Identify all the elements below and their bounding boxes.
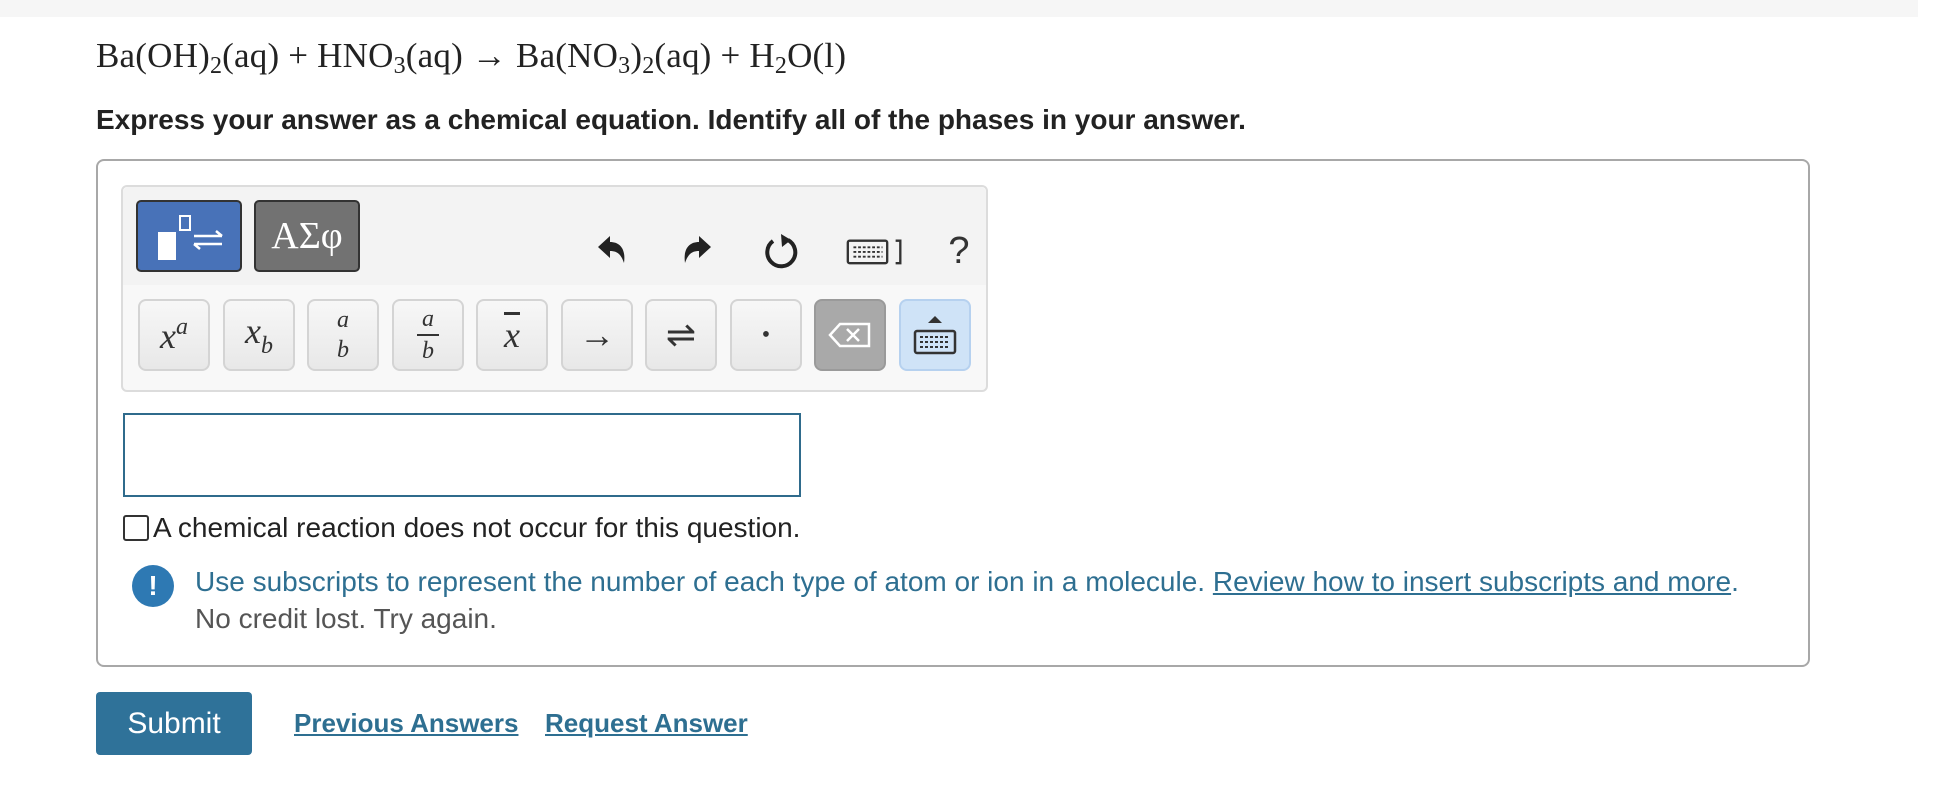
templates-mode-button[interactable] <box>136 200 242 272</box>
backspace-icon <box>828 322 871 348</box>
no-reaction-option[interactable]: A chemical reaction does not occur for t… <box>123 512 800 544</box>
keyboard-shortcuts-icon[interactable] <box>843 227 907 275</box>
feedback-status: No credit lost. Try again. <box>195 603 497 634</box>
templates-icon <box>158 215 223 260</box>
previous-answers-link[interactable]: Previous Answers <box>294 708 518 739</box>
answer-input[interactable] <box>123 413 801 497</box>
question-equation: Ba(OH)2(aq) + HNO3(aq) → Ba(NO3)2(aq) + … <box>96 36 847 79</box>
dot-key[interactable]: • <box>730 299 802 371</box>
reset-icon[interactable] <box>757 227 805 275</box>
overline-key[interactable]: x <box>476 299 548 371</box>
no-reaction-checkbox[interactable] <box>123 515 149 541</box>
symbols-mode-button[interactable]: ΑΣφ <box>254 200 360 272</box>
no-reaction-label: A chemical reaction does not occur for t… <box>153 512 801 543</box>
redo-icon[interactable] <box>673 227 721 275</box>
feedback-message: Use subscripts to represent the number o… <box>195 566 1739 597</box>
alert-icon: ! <box>132 565 174 607</box>
stack-key[interactable]: ab <box>307 299 379 371</box>
reaction-arrow-key[interactable]: → <box>561 299 633 371</box>
undo-icon[interactable] <box>588 227 636 275</box>
submit-button[interactable]: Submit <box>96 692 252 755</box>
math-toolbar: ΑΣφ ? xa xb ab ab x → ⇌ • <box>121 185 988 392</box>
equilibrium-arrow-key[interactable]: ⇌ <box>645 299 717 371</box>
superscript-key[interactable]: xa <box>138 299 210 371</box>
subscripts-help-link[interactable]: Review how to insert subscripts and more <box>1213 566 1731 597</box>
help-icon[interactable]: ? <box>935 227 983 275</box>
question-instruction: Express your answer as a chemical equati… <box>96 104 1246 135</box>
top-bar <box>0 0 1918 17</box>
request-answer-link[interactable]: Request Answer <box>545 708 748 739</box>
backspace-key[interactable] <box>814 299 886 371</box>
fraction-key[interactable]: ab <box>392 299 464 371</box>
show-keyboard-key[interactable] <box>899 299 971 371</box>
subscript-key[interactable]: xb <box>223 299 295 371</box>
keyboard-icon <box>913 316 957 355</box>
